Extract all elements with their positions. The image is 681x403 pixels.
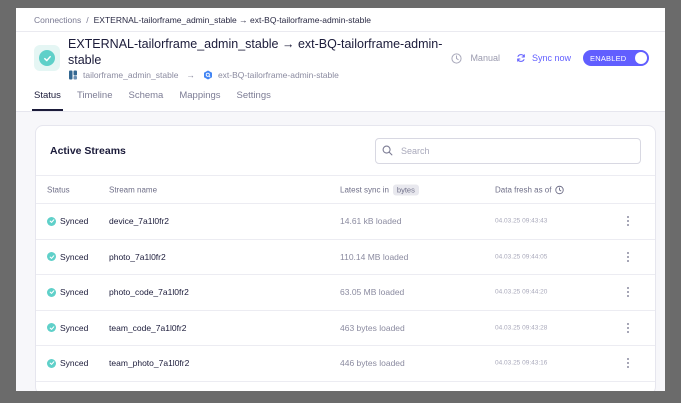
check-icon — [43, 55, 51, 61]
latest-sync-value: 110.14 MB loaded — [340, 251, 409, 262]
data-fresh-label: Data fresh as of — [495, 185, 552, 194]
source-db-icon — [68, 70, 78, 80]
row-menu-icon[interactable] — [627, 322, 629, 334]
bigquery-icon — [203, 70, 213, 80]
synced-check-icon — [47, 323, 56, 333]
status-text: Synced — [60, 251, 89, 262]
active-streams-title: Active Streams — [50, 144, 126, 157]
row-menu-icon[interactable] — [627, 251, 629, 263]
data-fresh-value: 04.03.25 09:44:20 — [495, 288, 548, 296]
latest-sync-value: 463 bytes loaded — [340, 322, 405, 333]
tab-schema[interactable]: Schema — [128, 87, 163, 111]
breadcrumb-separator: / — [86, 14, 89, 25]
stream-name: team_photo_7a1l0fr2 — [109, 358, 190, 369]
streams-table-body: Synced device_7a1l0fr2 14.61 kB loaded 0… — [36, 204, 655, 382]
connection-status-icon — [34, 45, 60, 71]
stream-name: device_7a1l0fr2 — [109, 216, 170, 227]
synced-check-icon — [47, 216, 56, 226]
connection-tabs: Status Timeline Schema Mappings Settings — [32, 87, 287, 111]
latest-sync-label: Latest sync in — [340, 185, 389, 194]
streams-table-header: Status Stream name Latest sync in bytes … — [36, 176, 655, 204]
data-fresh-value: 04.03.25 09:43:43 — [495, 217, 548, 225]
tab-timeline[interactable]: Timeline — [77, 87, 113, 111]
status-text: Synced — [60, 287, 89, 298]
status-text: Synced — [60, 216, 89, 227]
table-row[interactable]: Synced photo_7a1l0fr2 110.14 MB loaded 0… — [36, 240, 655, 275]
tab-mappings[interactable]: Mappings — [179, 87, 220, 111]
table-row[interactable]: Synced photo_code_7a1l0fr2 63.05 MB load… — [36, 275, 655, 311]
latest-sync-value: 63.05 MB loaded — [340, 287, 405, 298]
tab-status[interactable]: Status — [32, 87, 63, 111]
synced-check-icon — [47, 358, 56, 368]
search-box[interactable] — [375, 137, 641, 164]
column-header-latest-sync: Latest sync in bytes — [340, 184, 419, 195]
app-frame: Connections / EXTERNAL-tailorframe_admin… — [16, 8, 665, 391]
table-row[interactable]: Synced device_7a1l0fr2 14.61 kB loaded 0… — [36, 204, 655, 240]
breadcrumb-current: EXTERNAL-tailorframe_admin_stable → ext-… — [93, 14, 371, 25]
column-header-data-fresh: Data fresh as of — [495, 185, 565, 194]
connection-title: EXTERNAL-tailorframe_admin_stable → ext-… — [68, 37, 443, 67]
status-text: Synced — [60, 358, 89, 369]
destination-name: ext-BQ-tailorframe-admin-stable — [217, 70, 339, 80]
connection-header: EXTERNAL-tailorframe_admin_stable → ext-… — [16, 32, 665, 112]
row-menu-icon[interactable] — [627, 357, 629, 369]
sync-icon — [517, 54, 525, 62]
row-menu-icon[interactable] — [627, 215, 629, 227]
data-fresh-value: 04.03.25 09:43:16 — [495, 359, 548, 367]
table-row[interactable]: Synced team_photo_7a1l0fr2 446 bytes loa… — [36, 346, 655, 382]
row-status: Synced — [47, 323, 88, 333]
source-name: tailorframe_admin_stable — [83, 70, 179, 80]
enabled-toggle[interactable]: ENABLED — [583, 50, 649, 66]
synced-check-icon — [47, 287, 56, 297]
tab-settings[interactable]: Settings — [237, 87, 271, 111]
synced-check-icon — [47, 252, 56, 262]
breadcrumb: Connections / EXTERNAL-tailorframe_admin… — [16, 8, 665, 32]
search-input[interactable] — [401, 145, 621, 156]
row-status: Synced — [47, 216, 88, 226]
breadcrumb-connections-link[interactable]: Connections — [34, 15, 81, 25]
unit-selector[interactable]: bytes — [392, 184, 419, 195]
data-fresh-value: 04.03.25 09:43:28 — [495, 324, 548, 332]
arrow-icon: → — [186, 70, 195, 80]
latest-sync-value: 446 bytes loaded — [340, 358, 405, 369]
table-row[interactable]: Synced team_code_7a1l0fr2 463 bytes load… — [36, 311, 655, 346]
row-status: Synced — [47, 358, 88, 368]
schedule-manual[interactable]: Manual — [451, 52, 500, 64]
toggle-label: ENABLED — [590, 53, 627, 63]
connection-subtitle: tailorframe_admin_stable → ext-BQ-tailor… — [68, 70, 451, 80]
clock-icon — [555, 185, 565, 194]
stream-name: photo_7a1l0fr2 — [109, 251, 166, 262]
schedule-label: Manual — [470, 53, 500, 63]
latest-sync-value: 14.61 kB loaded — [340, 216, 402, 227]
search-icon — [382, 145, 393, 156]
data-fresh-value: 04.03.25 09:44:05 — [495, 253, 548, 261]
status-text: Synced — [60, 322, 89, 333]
stream-name: team_code_7a1l0fr2 — [109, 322, 187, 333]
row-status: Synced — [47, 252, 88, 262]
toggle-knob — [635, 52, 647, 64]
sync-now-label: Sync now — [531, 53, 571, 63]
clock-icon — [451, 52, 463, 64]
sync-now-button[interactable]: Sync now — [516, 53, 571, 63]
row-status: Synced — [47, 287, 88, 297]
column-header-status: Status — [47, 185, 70, 194]
row-menu-icon[interactable] — [627, 286, 629, 298]
column-header-stream-name: Stream name — [109, 185, 158, 194]
stream-name: photo_code_7a1l0fr2 — [109, 287, 189, 298]
active-streams-card: Active Streams Status Stream name Latest… — [35, 125, 656, 391]
